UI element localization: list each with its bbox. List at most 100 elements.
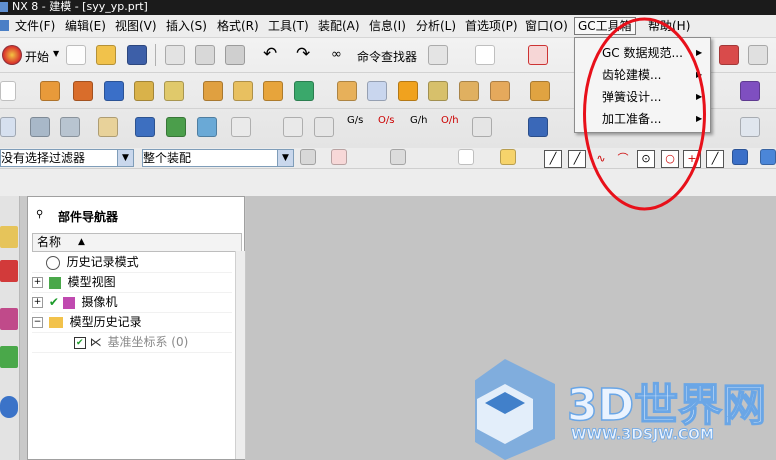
type-filter-select[interactable]: 没有选择过滤器 ▼ [0, 149, 134, 167]
menu-view[interactable]: 视图(V) [115, 18, 157, 34]
draft-icon[interactable] [490, 81, 510, 101]
menu-assembly[interactable]: 装配(A) [318, 18, 360, 34]
snap-tangent-icon[interactable]: ╱ [706, 150, 724, 168]
hole-icon[interactable] [134, 81, 154, 101]
open-folder-icon[interactable] [96, 45, 116, 65]
point-icon[interactable] [294, 81, 314, 101]
eraser-icon[interactable] [98, 117, 118, 137]
shading-icon[interactable] [740, 81, 760, 101]
cylinder-icon[interactable] [528, 117, 548, 137]
edit-parameters-icon[interactable] [166, 117, 186, 137]
new-file-icon[interactable] [66, 45, 86, 65]
expand-icon[interactable]: + [32, 277, 43, 288]
pattern-icon[interactable] [203, 81, 223, 101]
menu-window[interactable]: 窗口(O) [525, 18, 568, 34]
move-feature-icon[interactable] [197, 117, 217, 137]
expression-icon[interactable] [231, 117, 251, 137]
menu-file[interactable]: 文件(F) [15, 18, 55, 34]
app-icon [0, 2, 8, 12]
analysis-bars-icon[interactable] [472, 117, 492, 137]
tree-row-label: 基准坐标系 (0) [107, 335, 189, 349]
close-window-icon[interactable] [528, 45, 548, 65]
boss-icon[interactable] [164, 81, 184, 101]
collapse-icon[interactable]: − [32, 317, 43, 328]
snap-settings-icon[interactable] [390, 149, 406, 165]
tree-row-cameras[interactable]: + ✔ 摄像机 [32, 292, 232, 313]
selection-scope-value: 整个装配 [143, 151, 192, 165]
pin-icon[interactable]: ⚲ [36, 209, 43, 220]
extrude-icon[interactable] [40, 81, 60, 101]
surface-icon[interactable] [283, 117, 303, 137]
offset-face-icon[interactable] [337, 81, 357, 101]
menu-file-icon [0, 20, 9, 31]
tree-row-model-history[interactable]: − 模型历史记录 [32, 312, 232, 333]
datum-axis-icon[interactable] [263, 81, 283, 101]
expand-icon[interactable]: + [32, 297, 43, 308]
menu-analysis[interactable]: 分析(L) [416, 18, 456, 34]
checkbox-checked-icon[interactable]: ✔ [73, 336, 86, 349]
trim-body-icon[interactable] [459, 81, 479, 101]
menu-information[interactable]: 信息(I) [369, 18, 406, 34]
snap-line-icon[interactable]: ╱ [544, 150, 562, 168]
wcs-icon[interactable] [740, 117, 760, 137]
datum-plane-icon[interactable] [233, 81, 253, 101]
start-button[interactable]: 开始 [25, 48, 49, 65]
material-cube-icon[interactable] [748, 45, 768, 65]
sketch-icon[interactable] [0, 81, 16, 101]
part-navigator-icon[interactable] [0, 308, 18, 330]
start-dropdown-icon[interactable]: ▼ [53, 49, 59, 58]
filter-settings-icon[interactable] [300, 149, 316, 165]
start-icon [2, 45, 22, 65]
selection-scope-select[interactable]: 整个装配 ▼ [142, 149, 294, 167]
chevron-down-icon[interactable]: ▼ [277, 150, 293, 166]
shell-icon[interactable] [428, 81, 448, 101]
snap-cube-icon[interactable] [760, 149, 776, 165]
tree-row-history-mode[interactable]: 历史记录模式 [32, 252, 232, 273]
chamfer-icon[interactable] [398, 81, 418, 101]
navigator-scrollbar[interactable] [235, 251, 245, 459]
checkmark-icon[interactable]: ✔ [49, 295, 59, 309]
render-cube-icon[interactable] [719, 45, 739, 65]
layer-icon[interactable] [30, 117, 50, 137]
rectangle-select-icon[interactable] [458, 149, 474, 165]
column-header-name[interactable]: 名称 ▲ [32, 233, 242, 252]
menu-format[interactable]: 格式(R) [217, 18, 259, 34]
save-icon[interactable] [127, 45, 147, 65]
command-finder-button[interactable]: 命令查找器 [357, 48, 417, 65]
continuity-g2-icon[interactable]: G/h [410, 115, 427, 126]
blend-icon[interactable] [367, 81, 387, 101]
surface-mesh-icon[interactable] [314, 117, 334, 137]
info-icon[interactable] [475, 45, 495, 65]
assembly-navigator-icon[interactable] [0, 226, 18, 248]
copy-icon[interactable] [195, 45, 215, 65]
redo-icon[interactable]: ↷ [296, 44, 310, 64]
snap-face-icon[interactable] [732, 149, 748, 165]
menu-insert[interactable]: 插入(S) [166, 18, 207, 34]
block-icon[interactable] [104, 81, 124, 101]
revolve-icon[interactable] [73, 81, 93, 101]
menu-edit[interactable]: 编辑(E) [65, 18, 106, 34]
cut-icon[interactable] [165, 45, 185, 65]
constraint-navigator-icon[interactable] [0, 260, 18, 282]
continuity-g0-icon[interactable]: G/s [347, 115, 363, 126]
paste-icon[interactable] [225, 45, 245, 65]
chevron-down-icon[interactable]: ▼ [117, 150, 133, 166]
spline-icon[interactable] [428, 45, 448, 65]
undo-icon[interactable]: ↶ [263, 44, 277, 64]
navigator-header: ⚲ 部件导航器 [28, 197, 244, 233]
menu-preferences[interactable]: 首选项(P) [465, 18, 518, 34]
unite-icon[interactable] [530, 81, 550, 101]
tree-row-datum-csys[interactable]: ✔ ⋉ 基准坐标系 (0) [32, 332, 232, 353]
tree-row-label: 摄像机 [81, 295, 118, 309]
web-browser-icon[interactable] [0, 396, 18, 418]
tree-row-model-views[interactable]: + 模型视图 [32, 272, 232, 293]
select-all-icon[interactable] [331, 149, 347, 165]
snap-endpoint-icon[interactable] [500, 149, 516, 165]
continuity-g1-icon[interactable]: O/s [378, 115, 394, 126]
continuity-g3-icon[interactable]: O/h [441, 115, 459, 126]
menu-tools[interactable]: 工具(T) [268, 18, 309, 34]
csys-icon[interactable] [0, 117, 16, 137]
layer-settings-icon[interactable] [60, 117, 80, 137]
reuse-library-icon[interactable] [0, 346, 18, 368]
edit-feature-icon[interactable] [135, 117, 155, 137]
